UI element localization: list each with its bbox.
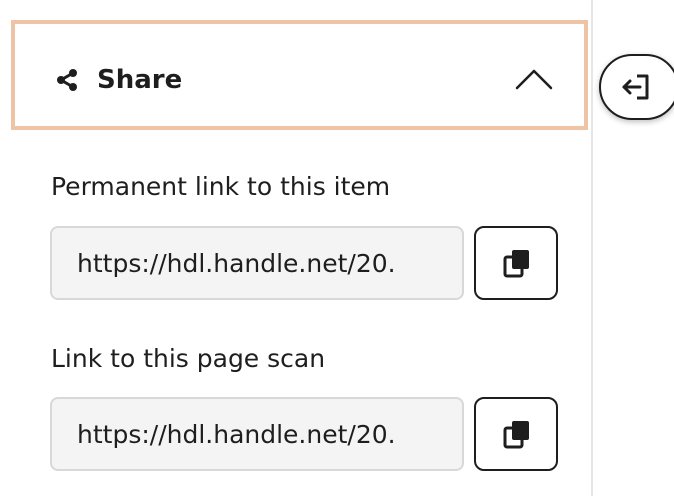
permanent-link-field[interactable] — [50, 226, 464, 300]
permanent-link-label: Permanent link to this item — [51, 172, 391, 201]
copy-permanent-link-button[interactable] — [474, 226, 558, 300]
page-scan-link-input[interactable] — [52, 399, 462, 469]
page-scan-link-label: Link to this page scan — [51, 344, 326, 373]
panel-divider — [591, 0, 593, 496]
chevron-up-icon[interactable] — [515, 68, 553, 90]
share-icon — [57, 69, 77, 91]
copy-icon — [503, 250, 529, 278]
copy-icon — [503, 421, 529, 449]
share-accordion-header[interactable]: Share — [11, 20, 588, 130]
copy-page-scan-link-button[interactable] — [474, 397, 558, 471]
page-scan-link-field[interactable] — [50, 397, 464, 471]
exit-icon — [622, 74, 649, 100]
share-panel: Share Permanent link to this item Link t… — [0, 0, 674, 496]
permanent-link-input[interactable] — [52, 228, 462, 298]
exit-button[interactable] — [599, 54, 674, 120]
share-title: Share — [97, 65, 183, 95]
